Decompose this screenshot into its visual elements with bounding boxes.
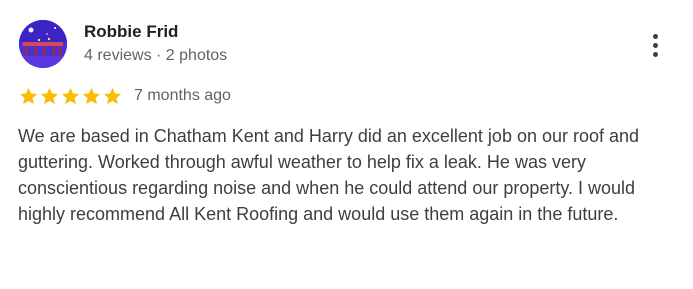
star-icon [82, 87, 101, 104]
review-text: We are based in Chatham Kent and Harry d… [18, 126, 640, 224]
star-rating [18, 86, 123, 107]
reviewer-meta: 4 reviews · 2 photos [84, 47, 228, 64]
star-icon [40, 87, 59, 104]
more-options-button[interactable] [640, 28, 670, 62]
reviewer-name[interactable]: Robbie Frid [84, 21, 178, 43]
more-vert-icon-dot [652, 42, 658, 48]
rating-row: 7 months ago [18, 85, 231, 107]
more-vert-icon [652, 33, 658, 39]
more-vert-icon-dot [652, 51, 658, 57]
star-icon [61, 87, 80, 104]
review-card: Robbie Frid 4 reviews · 2 photos 7 month… [0, 0, 693, 289]
review-date: 7 months ago [134, 87, 231, 104]
star-icon [19, 87, 38, 104]
avatar-image [19, 20, 67, 68]
star-icon [103, 87, 122, 104]
avatar[interactable] [19, 20, 67, 68]
